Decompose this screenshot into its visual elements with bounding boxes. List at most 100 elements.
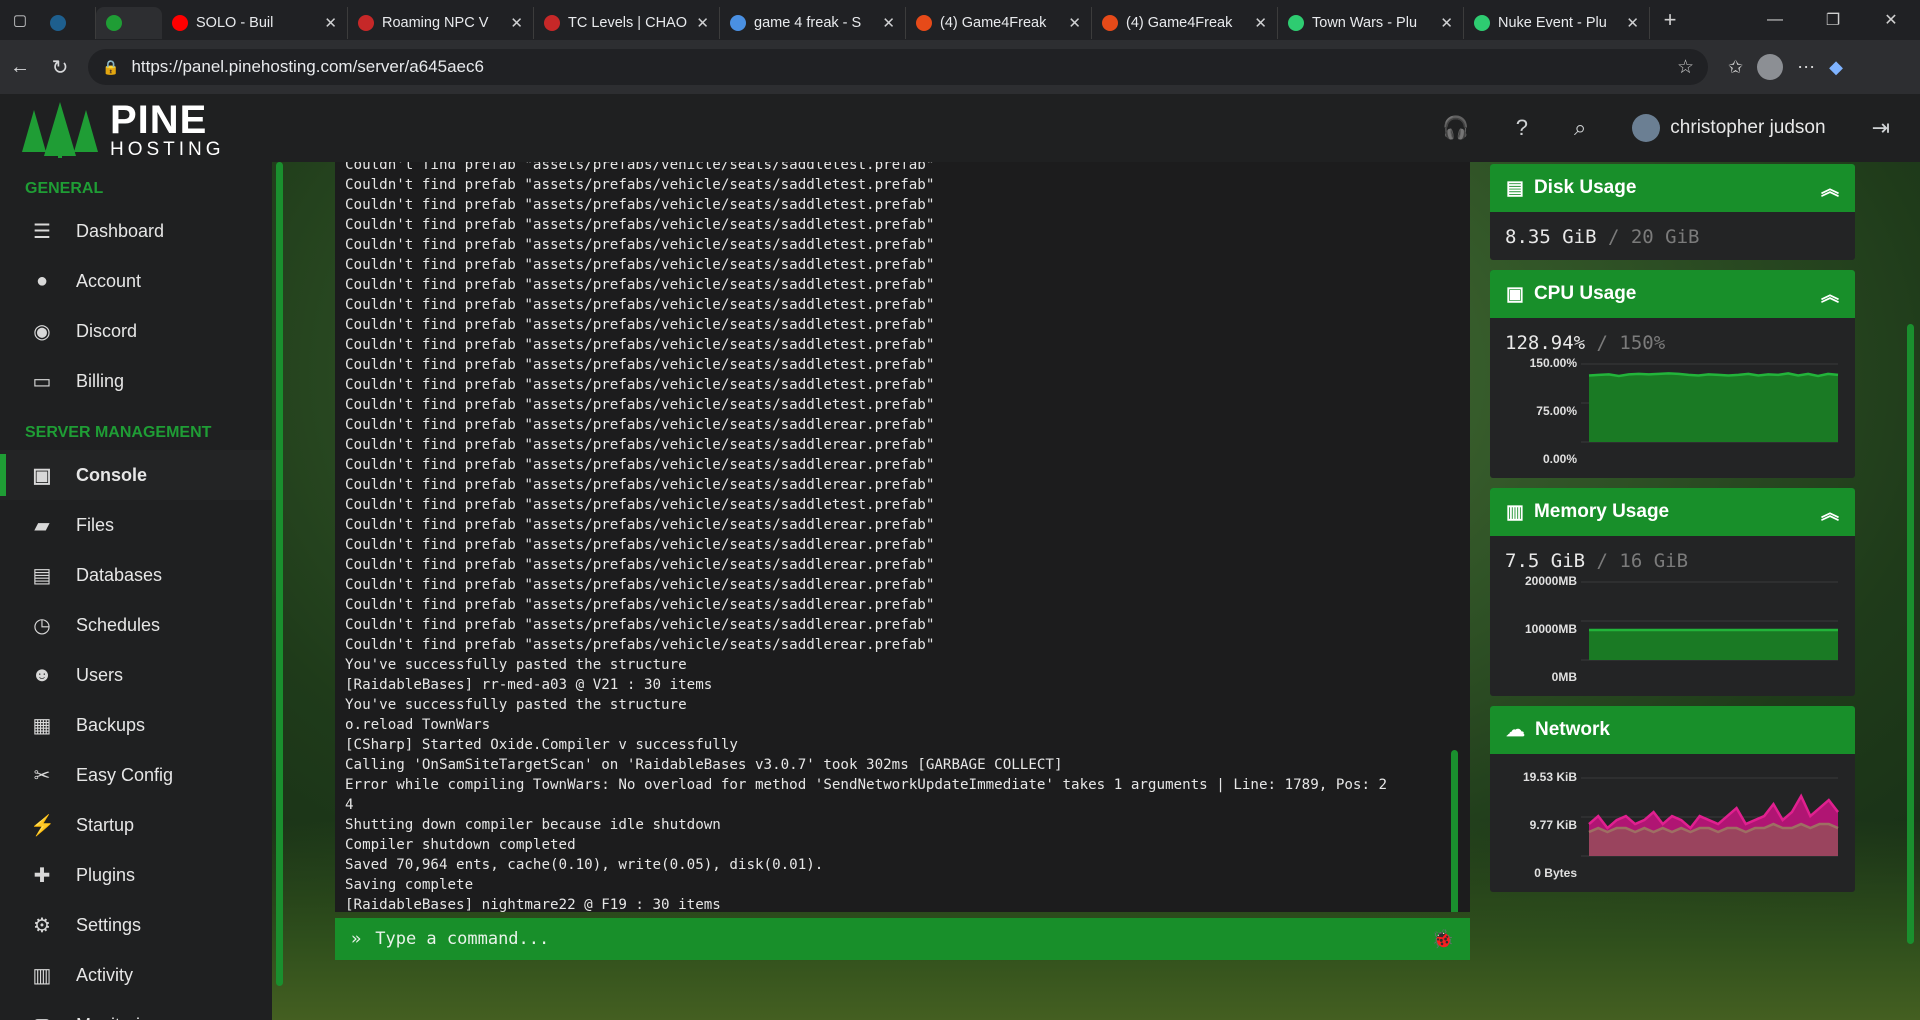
console-line: You've successfully pasted the structure <box>345 657 687 673</box>
more-menu-icon[interactable]: ⋯ <box>1797 57 1815 78</box>
collapse-chevron-icon[interactable]: ︽ <box>1821 281 1839 307</box>
sidebar-item-databases[interactable]: ▤ Databases <box>0 550 272 600</box>
memory-usage-header[interactable]: ▥ Memory Usage ︽ <box>1490 488 1855 536</box>
terminal-icon: ▣ <box>32 464 52 487</box>
console-line: Couldn't find prefab "assets/prefabs/veh… <box>345 397 935 413</box>
tab-favicon-icon <box>50 15 66 31</box>
search-icon[interactable]: ⌕ <box>1574 115 1586 141</box>
network-card: ☁ Network 19.53 KiB 9.77 KiB 0 Bytes <box>1490 706 1855 892</box>
sidebar-item-startup[interactable]: ⚡ Startup <box>0 800 272 850</box>
copilot-icon[interactable]: ◆ <box>1829 57 1843 78</box>
bug-icon[interactable]: 🐞 <box>1432 929 1454 950</box>
command-placeholder: Type a command... <box>375 929 550 949</box>
sidebar-item-dashboard[interactable]: ☰ Dashboard <box>0 206 272 256</box>
disk-usage-header[interactable]: ▤ Disk Usage ︽ <box>1490 164 1855 212</box>
help-icon[interactable]: ? <box>1516 115 1528 141</box>
sidebar-item-settings[interactable]: ⚙ Settings <box>0 900 272 950</box>
sidebar-item-backups[interactable]: ▦ Backups <box>0 700 272 750</box>
console-scrollbar[interactable] <box>1451 750 1458 912</box>
cpu-chip-icon: ▣ <box>1506 283 1524 305</box>
tab-favicon-icon <box>106 15 122 31</box>
collapse-chevron-icon[interactable]: ︽ <box>1821 499 1839 525</box>
logout-icon[interactable]: ⇥ <box>1872 115 1890 141</box>
disk-usage-title: Disk Usage <box>1533 177 1637 198</box>
sidebar-item-label: Schedules <box>76 614 161 635</box>
browser-tab[interactable]: SOLO - Buil ✕ <box>162 7 348 39</box>
network-header[interactable]: ☁ Network <box>1490 706 1855 754</box>
memory-used-value: 7.5 GiB <box>1505 550 1586 572</box>
url-field[interactable]: 🔒 https://panel.pinehosting.com/server/a… <box>88 49 1708 85</box>
tab-title: Roaming NPC V <box>382 15 489 31</box>
close-icon[interactable]: ✕ <box>1862 0 1920 40</box>
tab-close-icon[interactable]: ✕ <box>882 14 895 32</box>
new-tab-button[interactable]: + <box>1650 7 1690 33</box>
browser-tab[interactable]: Town Wars - Plu ✕ <box>1278 7 1464 39</box>
maximize-icon[interactable]: ❐ <box>1804 0 1862 40</box>
command-input[interactable]: » Type a command... 🐞 <box>335 918 1470 960</box>
tab-close-icon[interactable]: ✕ <box>696 14 709 32</box>
sidebar-scrollbar[interactable] <box>276 162 283 986</box>
tab-close-icon[interactable]: ✕ <box>324 14 337 32</box>
pine-logo[interactable]: PINE HOSTING <box>20 100 225 159</box>
disk-used-value: 8.35 GiB <box>1505 226 1597 248</box>
console-line: Couldn't find prefab "assets/prefabs/veh… <box>345 597 935 613</box>
memory-tick-high: 20000MB <box>1524 574 1577 588</box>
network-chart: 19.53 KiB 9.77 KiB 0 Bytes <box>1505 770 1840 880</box>
console-line: You've successfully pasted the structure <box>345 697 687 713</box>
sidebar-item-console[interactable]: ▣ Console <box>0 450 272 500</box>
browser-tab[interactable]: TC Levels | CHAO ✕ <box>534 7 720 39</box>
cpu-chart-series-line <box>1588 372 1839 378</box>
minimize-icon[interactable]: — <box>1746 0 1804 40</box>
sidebar-item-monitoring[interactable]: ▢ Monitoring <box>0 1000 272 1020</box>
billing-icon: ▭ <box>32 370 52 393</box>
page-background: PINE HOSTING 🎧 ? ⌕ christopher judson ⇥ … <box>0 94 1920 1020</box>
console-line: Couldn't find prefab "assets/prefabs/veh… <box>345 277 935 293</box>
tab-actions-icon[interactable]: ▢ <box>0 0 40 40</box>
tab-favicon-icon <box>916 15 932 31</box>
database-icon: ▤ <box>32 564 52 587</box>
sidebar-item-plugins[interactable]: ✚ Plugins <box>0 850 272 900</box>
sidebar-item-discord[interactable]: ◉ Discord <box>0 306 272 356</box>
browser-tab[interactable] <box>96 7 162 39</box>
browser-tab[interactable] <box>40 7 96 39</box>
browser-tab[interactable]: Nuke Event - Plu ✕ <box>1464 7 1650 39</box>
sidebar-item-users[interactable]: ☻ Users <box>0 650 272 700</box>
sidebar-item-billing[interactable]: ▭ Billing <box>0 356 272 406</box>
sidebar-item-activity[interactable]: ▥ Activity <box>0 950 272 1000</box>
tab-close-icon[interactable]: ✕ <box>1626 14 1639 32</box>
browser-tab[interactable]: (4) Game4Freak ✕ <box>1092 7 1278 39</box>
console-line: 4 <box>345 797 354 813</box>
cpu-usage-title: CPU Usage <box>1533 283 1637 304</box>
tab-favicon-icon <box>1474 15 1490 31</box>
console-line: Couldn't find prefab "assets/prefabs/veh… <box>345 517 935 533</box>
browser-tab[interactable]: (4) Game4Freak ✕ <box>906 7 1092 39</box>
browser-tab[interactable]: game 4 freak - S ✕ <box>720 7 906 39</box>
sidebar-item-files[interactable]: ▰ Files <box>0 500 272 550</box>
support-headset-icon[interactable]: 🎧 <box>1442 115 1469 141</box>
tab-close-icon[interactable]: ✕ <box>1254 14 1267 32</box>
tab-close-icon[interactable]: ✕ <box>1068 14 1081 32</box>
user-menu[interactable]: christopher judson <box>1632 114 1826 142</box>
sidebar-item-easy-config[interactable]: ✂ Easy Config <box>0 750 272 800</box>
collapse-chevron-icon[interactable]: ︽ <box>1821 175 1839 201</box>
sidebar-item-schedules[interactable]: ◷ Schedules <box>0 600 272 650</box>
cpu-usage-header[interactable]: ▣ CPU Usage ︽ <box>1490 270 1855 318</box>
favorites-icon[interactable]: ✩ <box>1728 57 1743 78</box>
sidebar-item-account[interactable]: ● Account <box>0 256 272 306</box>
stats-panel: ▤ Disk Usage ︽ 8.35 GiB / 20 GiB ▣ CPU U… <box>1490 162 1855 902</box>
back-icon[interactable]: ← <box>0 56 40 79</box>
reload-icon[interactable]: ↻ <box>40 55 80 80</box>
memory-usage-card: ▥ Memory Usage ︽ 7.5 GiB / 16 GiB 20000M… <box>1490 488 1855 696</box>
bookmark-star-icon[interactable]: ☆ <box>1677 56 1694 79</box>
tab-close-icon[interactable]: ✕ <box>510 14 523 32</box>
address-bar: ← ↻ 🔒 https://panel.pinehosting.com/serv… <box>0 40 1920 94</box>
chevrons-right-icon: » <box>351 929 362 949</box>
page-scrollbar[interactable] <box>1907 324 1914 944</box>
memory-icon: ▥ <box>1506 501 1524 523</box>
browser-tab[interactable]: Roaming NPC V ✕ <box>348 7 534 39</box>
tab-close-icon[interactable]: ✕ <box>1440 14 1453 32</box>
logo-text: PINE <box>110 98 208 142</box>
profile-avatar[interactable] <box>1757 54 1784 80</box>
sidebar-item-label: Activity <box>76 964 134 985</box>
folder-icon: ▰ <box>34 514 50 537</box>
